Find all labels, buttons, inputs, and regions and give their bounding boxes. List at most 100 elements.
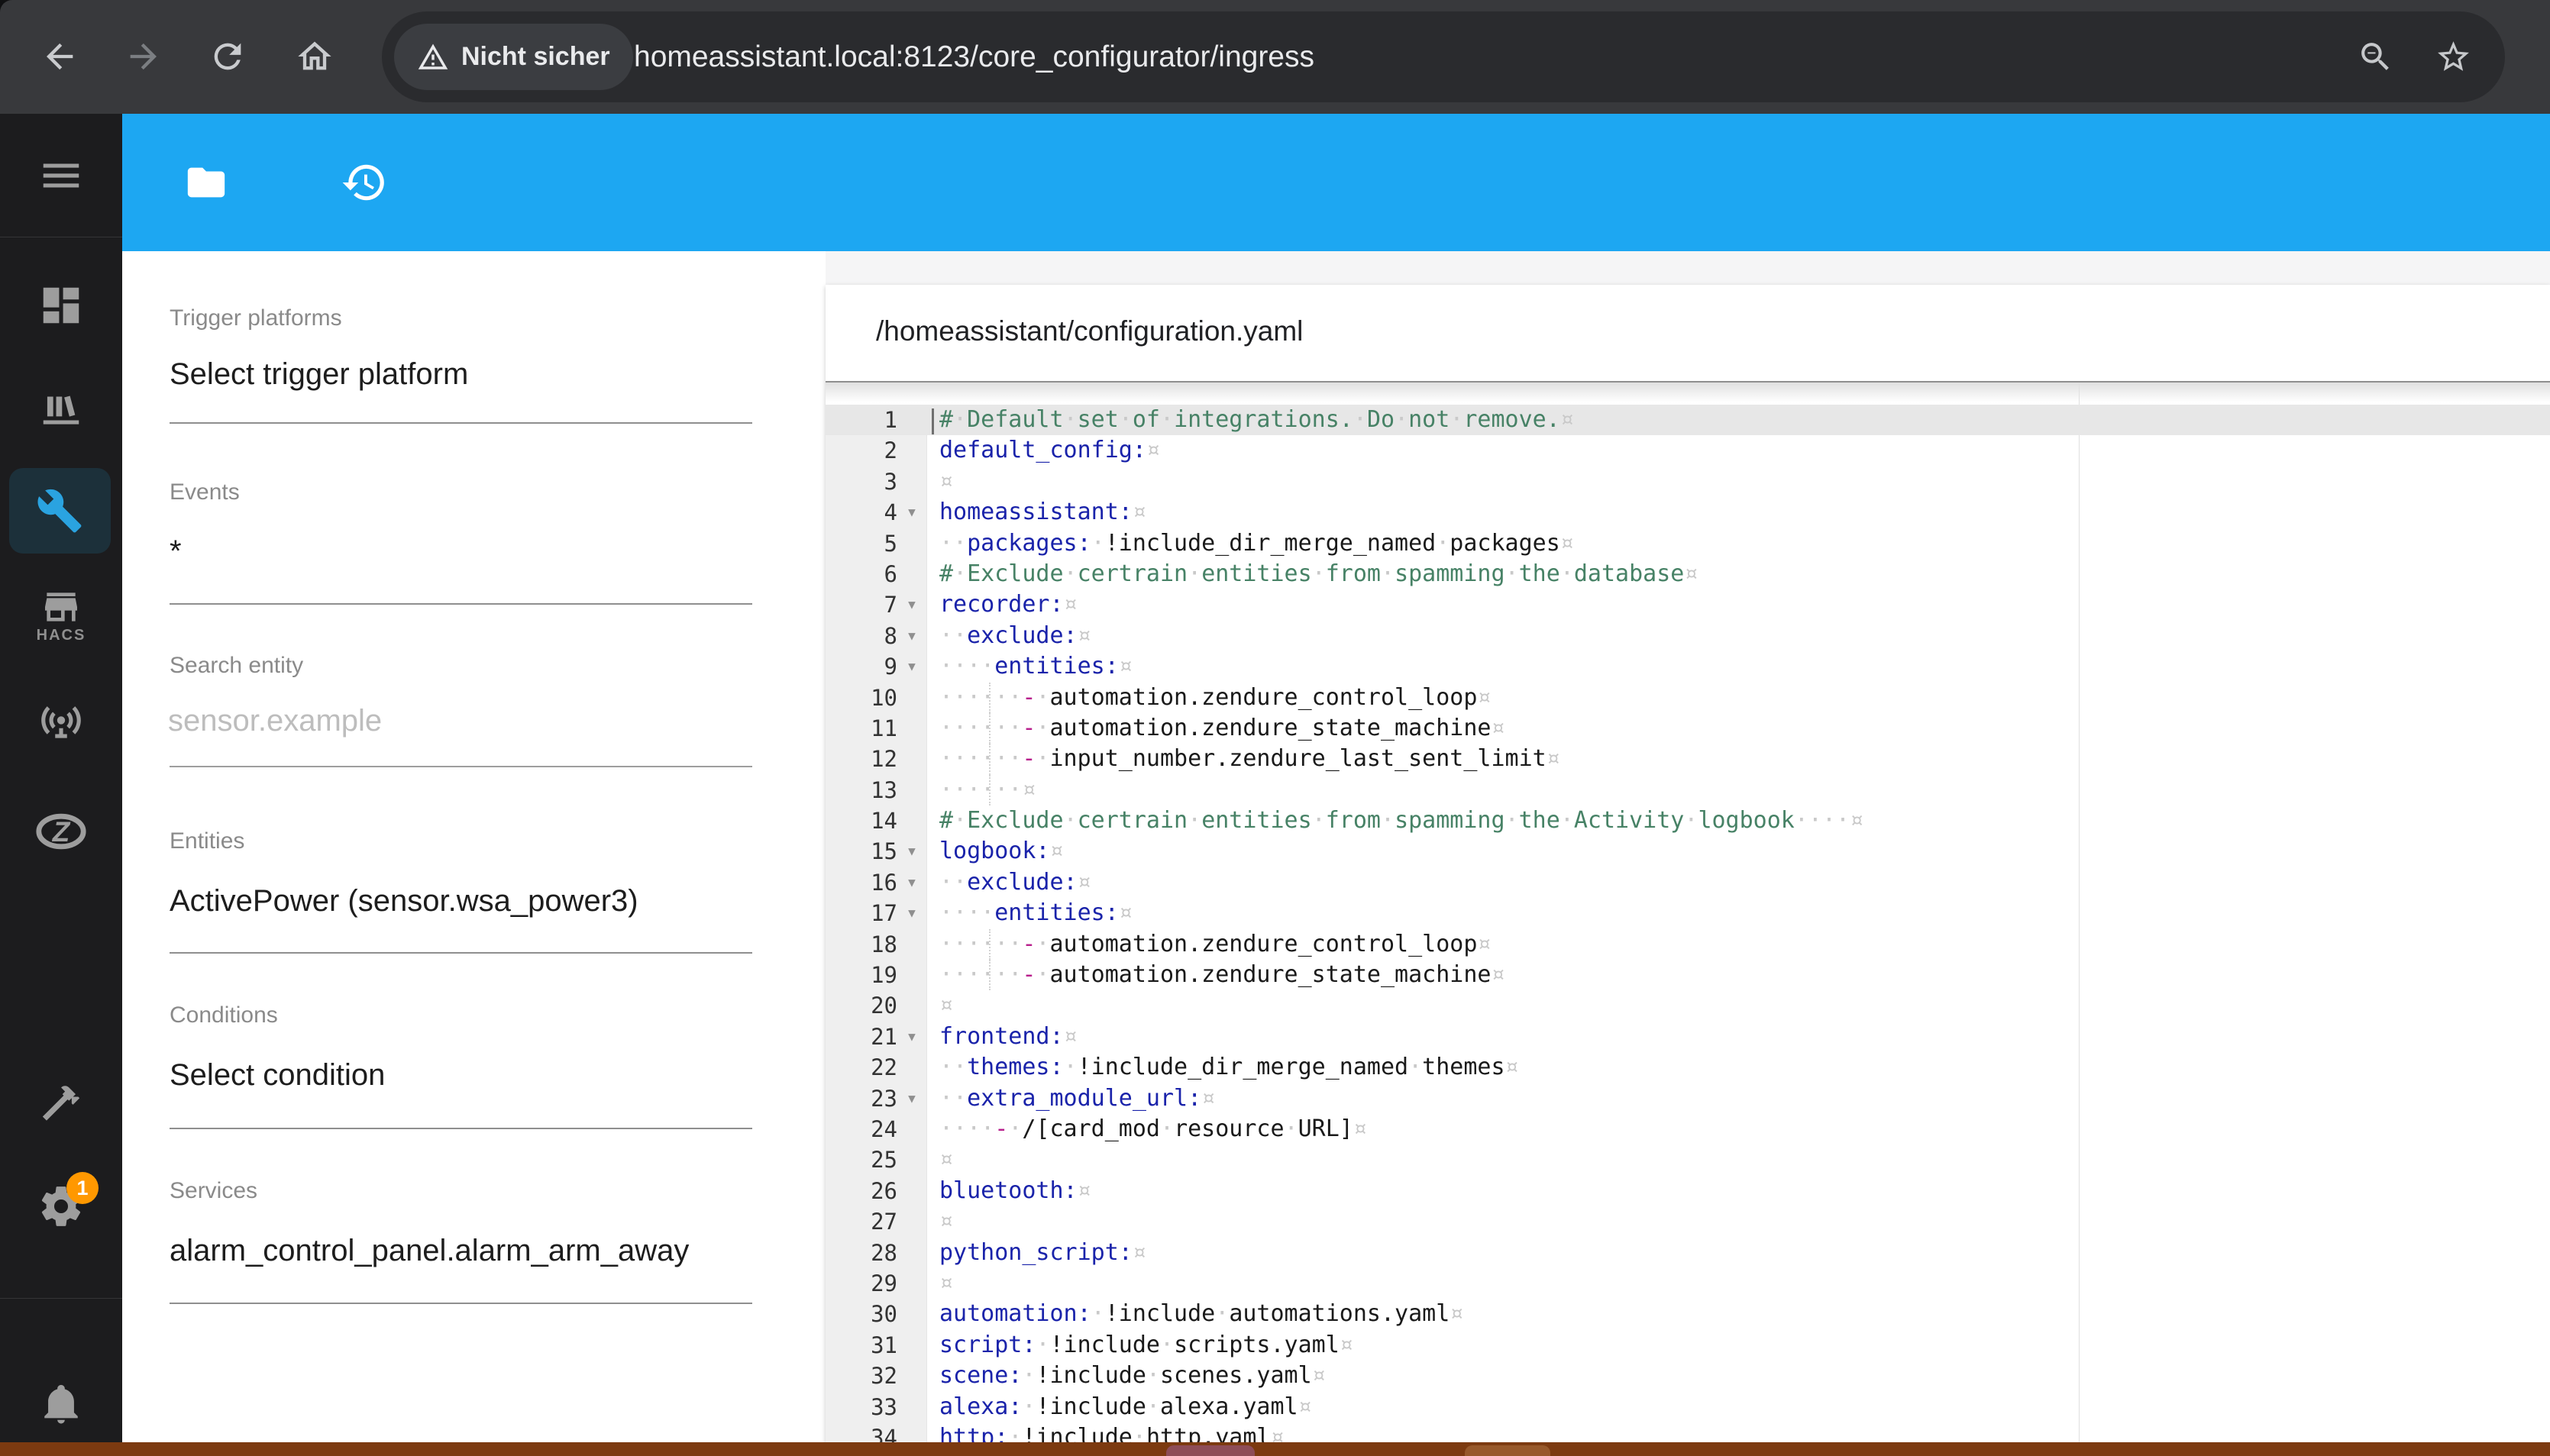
code-line[interactable]: 27 ¤ bbox=[826, 1206, 2550, 1237]
folder-icon[interactable] bbox=[184, 160, 228, 205]
code-editor[interactable]: 1 #·Default·set·of·integrations.·Do·not·r… bbox=[826, 405, 2550, 1453]
code-line[interactable]: 33 alexa:·!include·alexa.yaml¤ bbox=[826, 1392, 2550, 1422]
code-text[interactable]: ··exclude:¤ bbox=[926, 867, 2550, 898]
notifications-bell-icon[interactable] bbox=[39, 1381, 83, 1425]
code-line[interactable]: 29 ¤ bbox=[826, 1268, 2550, 1299]
code-line[interactable]: 31 script:·!include·scripts.yaml¤ bbox=[826, 1330, 2550, 1361]
code-line[interactable]: 30 automation:·!include·automations.yaml¤ bbox=[826, 1299, 2550, 1329]
code-text[interactable]: ······¤ bbox=[926, 775, 2550, 805]
code-text[interactable]: ¤ bbox=[926, 467, 2550, 497]
code-text[interactable]: #·Default·set·of·integrations.·Do·not·re… bbox=[926, 405, 2550, 435]
code-line[interactable]: 13 ······¤ bbox=[826, 774, 2550, 806]
code-text[interactable]: bluetooth:¤ bbox=[926, 1176, 2550, 1206]
code-text[interactable]: ··extra_module_url:¤ bbox=[926, 1083, 2550, 1114]
back-icon[interactable] bbox=[40, 37, 79, 76]
toast-button[interactable] bbox=[1166, 1445, 1255, 1456]
fold-arrow-icon[interactable]: ▼ bbox=[897, 898, 926, 928]
code-text[interactable]: ····entities:¤ bbox=[926, 651, 2550, 682]
fold-arrow-icon[interactable]: ▼ bbox=[897, 589, 926, 620]
reload-icon[interactable] bbox=[208, 37, 247, 76]
code-line[interactable]: 1 #·Default·set·of·integrations.·Do·not·r… bbox=[826, 405, 2550, 436]
sidebar-item-developer-tools[interactable] bbox=[39, 1080, 83, 1125]
code-line[interactable]: 22 ··themes:·!include_dir_merge_named·the… bbox=[826, 1052, 2550, 1083]
code-text[interactable]: ¤ bbox=[926, 1144, 2550, 1175]
code-line[interactable]: 16 ▼ ··exclude:¤ bbox=[826, 867, 2550, 898]
code-line[interactable]: 3 ¤ bbox=[826, 467, 2550, 497]
code-line[interactable]: 21 ▼ frontend:¤ bbox=[826, 1022, 2550, 1052]
code-line[interactable]: 28 python_script:¤ bbox=[826, 1238, 2550, 1268]
address-bar[interactable]: Nicht sicher homeassistant.local:8123/co… bbox=[382, 11, 2505, 102]
code-line[interactable]: 9 ▼ ····entities:¤ bbox=[826, 651, 2550, 682]
sidebar-item-hacs[interactable] bbox=[40, 586, 82, 628]
code-line[interactable]: 23 ▼ ··extra_module_url:¤ bbox=[826, 1083, 2550, 1114]
code-text[interactable]: ······-·automation.zendure_state_machine… bbox=[926, 960, 2550, 990]
code-text[interactable]: #·Exclude·certrain·entities·from·spammin… bbox=[926, 559, 2550, 589]
fold-arrow-icon[interactable]: ▼ bbox=[897, 651, 926, 682]
home-icon[interactable] bbox=[295, 37, 335, 76]
code-text[interactable]: ······-·automation.zendure_control_loop¤ bbox=[926, 929, 2550, 960]
entities-select[interactable]: ActivePower (sensor.wsa_power3) bbox=[170, 884, 638, 918]
services-select[interactable]: alarm_control_panel.alarm_arm_away bbox=[170, 1234, 689, 1268]
code-text[interactable]: script:·!include·scripts.yaml¤ bbox=[926, 1330, 2550, 1361]
code-line[interactable]: 15 ▼ logbook:¤ bbox=[826, 836, 2550, 867]
code-text[interactable]: default_config:¤ bbox=[926, 435, 2550, 466]
code-text[interactable]: ¤ bbox=[926, 1206, 2550, 1237]
code-text[interactable]: frontend:¤ bbox=[926, 1022, 2550, 1052]
code-line[interactable]: 7 ▼ recorder:¤ bbox=[826, 589, 2550, 620]
code-line[interactable]: 14 #·Exclude·certrain·entities·from·spamm… bbox=[826, 805, 2550, 836]
code-line[interactable]: 8 ▼ ··exclude:¤ bbox=[826, 621, 2550, 651]
sidebar-item-dashboard[interactable] bbox=[37, 282, 85, 329]
code-text[interactable]: logbook:¤ bbox=[926, 836, 2550, 867]
code-text[interactable]: ····-·/[card_mod·resource·URL]¤ bbox=[926, 1114, 2550, 1144]
bookmark-star-icon[interactable] bbox=[2435, 38, 2472, 76]
code-line[interactable]: 4 ▼ homeassistant:¤ bbox=[826, 497, 2550, 528]
search-entity-input[interactable] bbox=[166, 703, 704, 739]
code-text[interactable]: ··packages:·!include_dir_merge_named·pac… bbox=[926, 528, 2550, 559]
code-text[interactable]: ····entities:¤ bbox=[926, 898, 2550, 928]
fold-arrow-icon[interactable]: ▼ bbox=[897, 1083, 926, 1114]
sidebar-item-file-editor[interactable] bbox=[9, 468, 111, 554]
code-text[interactable]: ¤ bbox=[926, 990, 2550, 1021]
code-line[interactable]: 10 ······-·automation.zendure_control_loo… bbox=[826, 682, 2550, 713]
conditions-select[interactable]: Select condition bbox=[170, 1058, 385, 1093]
code-line[interactable]: 19 ······-·automation.zendure_state_machi… bbox=[826, 960, 2550, 991]
code-line[interactable]: 24 ····-·/[card_mod·resource·URL]¤ bbox=[826, 1114, 2550, 1144]
code-text[interactable]: homeassistant:¤ bbox=[926, 497, 2550, 528]
code-line[interactable]: 20 ¤ bbox=[826, 990, 2550, 1021]
code-line[interactable]: 26 bluetooth:¤ bbox=[826, 1176, 2550, 1206]
code-text[interactable]: ······-·automation.zendure_state_machine… bbox=[926, 713, 2550, 744]
code-line[interactable]: 32 scene:·!include·scenes.yaml¤ bbox=[826, 1361, 2550, 1391]
sidebar-item-zendure[interactable]: Z bbox=[35, 805, 87, 857]
menu-icon[interactable] bbox=[37, 152, 85, 199]
code-text[interactable]: ······-·input_number.zendure_last_sent_l… bbox=[926, 744, 2550, 774]
forward-icon[interactable] bbox=[124, 37, 163, 76]
code-text[interactable]: scene:·!include·scenes.yaml¤ bbox=[926, 1361, 2550, 1391]
code-line[interactable]: 5 ··packages:·!include_dir_merge_named·pa… bbox=[826, 528, 2550, 559]
code-line[interactable]: 11 ······-·automation.zendure_state_machi… bbox=[826, 712, 2550, 744]
sidebar-item-media-library[interactable] bbox=[37, 385, 85, 432]
code-line[interactable]: 25 ¤ bbox=[826, 1144, 2550, 1175]
code-line[interactable]: 12 ······-·input_number.zendure_last_sent… bbox=[826, 744, 2550, 775]
zoom-out-icon[interactable] bbox=[2357, 38, 2394, 76]
fold-arrow-icon[interactable]: ▼ bbox=[897, 836, 926, 867]
trigger-platform-select[interactable]: Select trigger platform bbox=[170, 357, 468, 392]
fold-arrow-icon[interactable]: ▼ bbox=[897, 1022, 926, 1052]
security-chip[interactable]: Nicht sicher bbox=[394, 24, 633, 90]
code-text[interactable]: #·Exclude·certrain·entities·from·spammin… bbox=[926, 805, 2550, 836]
history-icon[interactable] bbox=[341, 159, 388, 206]
code-text[interactable]: ······-·automation.zendure_control_loop¤ bbox=[926, 683, 2550, 713]
code-line[interactable]: 17 ▼ ····entities:¤ bbox=[826, 898, 2550, 928]
code-text[interactable]: ··exclude:¤ bbox=[926, 621, 2550, 651]
code-text[interactable]: alexa:·!include·alexa.yaml¤ bbox=[926, 1392, 2550, 1422]
fold-arrow-icon[interactable]: ▼ bbox=[897, 867, 926, 898]
sidebar-item-network[interactable] bbox=[37, 699, 85, 746]
code-text[interactable]: python_script:¤ bbox=[926, 1238, 2550, 1268]
code-line[interactable]: 6 #·Exclude·certrain·entities·from·spammi… bbox=[826, 559, 2550, 589]
code-text[interactable]: recorder:¤ bbox=[926, 589, 2550, 620]
code-line[interactable]: 2 default_config:¤ bbox=[826, 435, 2550, 466]
toast-button[interactable] bbox=[1465, 1445, 1550, 1456]
code-text[interactable]: automation:·!include·automations.yaml¤ bbox=[926, 1299, 2550, 1329]
fold-arrow-icon[interactable]: ▼ bbox=[897, 497, 926, 528]
code-text[interactable]: ¤ bbox=[926, 1268, 2550, 1299]
fold-arrow-icon[interactable]: ▼ bbox=[897, 621, 926, 651]
